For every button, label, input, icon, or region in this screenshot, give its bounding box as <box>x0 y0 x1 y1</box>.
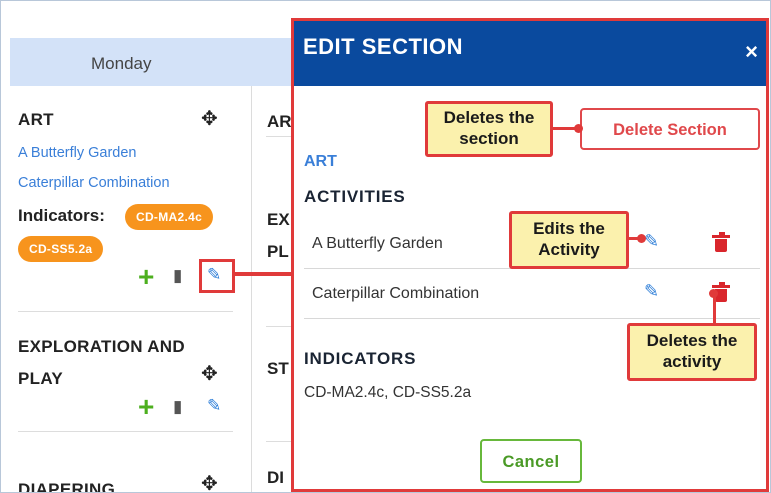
indicator-pill[interactable]: CD-MA2.4c <box>125 204 214 230</box>
edit-icon[interactable]: ✎ <box>644 281 659 302</box>
next-column-title: DI <box>267 468 284 487</box>
trash-icon[interactable] <box>712 232 730 252</box>
activity-link-butterfly[interactable]: A Butterfly Garden <box>18 145 136 161</box>
cancel-button[interactable]: Cancel <box>480 439 582 483</box>
next-column-title: AR <box>267 112 292 131</box>
section-title-exploration: EXPLORATION AND <box>18 337 185 356</box>
activity-row-label: A Butterfly Garden <box>312 235 443 252</box>
callout-delete-activity: Deletes the activity <box>627 323 757 381</box>
day-label: Monday <box>91 54 152 73</box>
modal-header: EDIT SECTION × <box>294 21 766 86</box>
delete-section-button[interactable]: Delete Section <box>580 108 760 150</box>
indicators-text: CD-MA2.4c, CD-SS5.2a <box>304 384 472 401</box>
highlight-box <box>199 259 235 293</box>
callout-line: section <box>459 129 519 148</box>
section-title-exploration-line2: PLAY <box>18 369 63 388</box>
next-column-title: EX <box>267 210 290 229</box>
section-title-diapering: DIAPERING <box>18 480 116 493</box>
callout-dot <box>709 289 718 298</box>
edit-icon[interactable]: ✎ <box>644 231 659 252</box>
column-divider <box>251 86 252 492</box>
indicators-label: Indicators: <box>18 206 105 225</box>
row-divider <box>304 318 760 319</box>
activities-heading: ACTIVITIES <box>304 187 406 206</box>
copy-icon[interactable]: ▮ <box>173 397 182 417</box>
callout-line: Edits the <box>533 219 605 238</box>
callout-line: Deletes the <box>443 108 535 127</box>
indicator-pill[interactable]: CD-SS5.2a <box>18 236 104 262</box>
move-arrows-icon[interactable]: ✥ <box>201 106 218 131</box>
plus-icon[interactable]: + <box>138 263 154 291</box>
activity-row-label: Caterpillar Combination <box>312 285 480 302</box>
screenshot-frame: Monday ART ✥ A Butterfly Garden Caterpil… <box>0 0 771 493</box>
edit-icon[interactable]: ✎ <box>207 396 221 416</box>
modal-title: EDIT SECTION <box>303 34 464 59</box>
callout-edit-activity: Edits the Activity <box>509 211 629 269</box>
section-divider <box>266 326 291 327</box>
section-divider <box>18 431 233 432</box>
callout-line: Activity <box>538 240 600 259</box>
callout-line: Deletes the <box>646 331 738 350</box>
move-arrows-icon[interactable]: ✥ <box>201 361 218 386</box>
next-column-title: ST <box>267 359 289 378</box>
callout-line: activity <box>662 352 722 371</box>
day-header <box>10 38 310 86</box>
copy-icon[interactable]: ▮ <box>173 266 182 286</box>
move-arrows-icon[interactable]: ✥ <box>201 471 218 492</box>
callout-dot <box>574 124 583 133</box>
callout-delete-section: Deletes the section <box>425 101 553 157</box>
activity-link-caterpillar[interactable]: Caterpillar Combination <box>18 175 170 191</box>
callout-dot <box>637 234 646 243</box>
section-divider <box>18 311 233 312</box>
section-divider <box>266 441 291 442</box>
section-divider <box>266 136 291 137</box>
section-title-art: ART <box>18 110 54 129</box>
plus-icon[interactable]: + <box>138 393 154 421</box>
close-icon[interactable]: × <box>745 39 758 65</box>
section-name: ART <box>304 153 337 170</box>
next-column-title: PL <box>267 242 289 261</box>
indicators-heading: INDICATORS <box>304 349 417 368</box>
highlight-connector <box>235 272 293 276</box>
